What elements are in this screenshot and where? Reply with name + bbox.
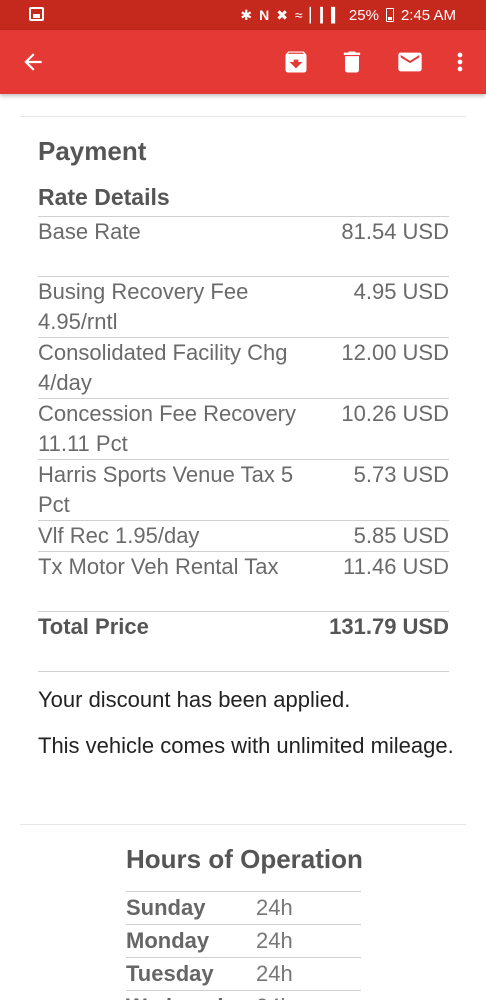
wifi-icon: ≈ xyxy=(294,7,303,23)
day-label: Monday xyxy=(126,924,256,958)
rate-label: Consolidated Facility Chg 4/day xyxy=(38,337,319,399)
rate-amount: 10.26 USD xyxy=(319,398,449,460)
email-body[interactable]: Payment Rate Details Base Rate 81.54 USD… xyxy=(0,94,486,1000)
rate-label: Base Rate xyxy=(38,216,319,277)
day-label: Wednesday xyxy=(126,990,256,1000)
rate-amount: 5.85 USD xyxy=(319,520,449,552)
mileage-message: This vehicle comes with unlimited mileag… xyxy=(38,733,454,758)
total-row: Total Price 131.79 USD xyxy=(38,611,449,672)
battery-percent: 25% xyxy=(348,6,379,24)
day-hours: 24h xyxy=(256,924,361,958)
mute-icon: ✖ xyxy=(276,7,288,23)
table-row: Sunday 24h xyxy=(126,891,361,925)
more-vert-icon[interactable] xyxy=(446,48,474,76)
mail-icon[interactable] xyxy=(396,48,424,76)
bluetooth-icon: ✱ xyxy=(240,7,253,23)
rate-amount: 11.46 USD xyxy=(319,551,449,612)
table-row: Concession Fee Recovery 11.11 Pct 10.26 … xyxy=(38,398,449,460)
day-hours: 24h xyxy=(256,891,361,925)
table-row: Busing Recovery Fee 4.95/rntl 4.95 USD xyxy=(38,276,449,338)
rate-amount: 5.73 USD xyxy=(319,459,449,521)
total-label: Total Price xyxy=(38,611,319,672)
status-icons: ✱ N ✖ ≈ ▏▎▍ 25% 2:45 AM xyxy=(240,6,456,24)
divider xyxy=(20,824,466,825)
payment-heading: Payment xyxy=(38,136,147,166)
table-row: Harris Sports Venue Tax 5 Pct 5.73 USD xyxy=(38,459,449,521)
back-arrow-icon[interactable] xyxy=(20,49,46,75)
table-row: Vlf Rec 1.95/day 5.85 USD xyxy=(38,520,449,552)
rate-label: Tx Motor Veh Rental Tax xyxy=(38,551,319,612)
day-label: Tuesday xyxy=(126,957,256,991)
signal-icon: ▏▎▍ xyxy=(309,7,342,23)
total-amount: 131.79 USD xyxy=(319,611,449,672)
battery-icon xyxy=(385,8,394,22)
nfc-icon: N xyxy=(259,7,270,23)
discount-message: Your discount has been applied. xyxy=(38,687,351,712)
rate-amount: 81.54 USD xyxy=(319,216,449,277)
day-hours: 24h xyxy=(256,957,361,991)
delete-icon[interactable] xyxy=(338,48,366,76)
rate-amount: 12.00 USD xyxy=(319,337,449,399)
table-row: Tuesday 24h xyxy=(126,957,361,991)
table-row: Consolidated Facility Chg 4/day 12.00 US… xyxy=(38,337,449,399)
rate-label: Vlf Rec 1.95/day xyxy=(38,520,319,552)
day-hours: 24h xyxy=(256,990,361,1000)
table-row: Monday 24h xyxy=(126,924,361,958)
rate-details-table: Base Rate 81.54 USD Busing Recovery Fee … xyxy=(38,216,449,672)
table-row: Wednesday 24h xyxy=(126,990,361,1000)
rate-label: Harris Sports Venue Tax 5 Pct xyxy=(38,459,319,521)
status-bar: ✱ N ✖ ≈ ▏▎▍ 25% 2:45 AM xyxy=(0,0,486,30)
hours-heading: Hours of Operation xyxy=(126,844,363,874)
table-row: Base Rate 81.54 USD xyxy=(38,216,449,277)
rate-details-heading: Rate Details xyxy=(38,184,170,210)
rate-label: Concession Fee Recovery 11.11 Pct xyxy=(38,398,319,460)
rate-amount: 4.95 USD xyxy=(319,276,449,338)
rate-label: Busing Recovery Fee 4.95/rntl xyxy=(38,276,319,338)
divider xyxy=(20,116,466,117)
image-notification-icon xyxy=(29,7,44,21)
day-label: Sunday xyxy=(126,891,256,925)
clock: 2:45 AM xyxy=(400,6,456,24)
app-bar xyxy=(0,30,486,94)
archive-icon[interactable] xyxy=(282,48,310,76)
hours-table: Sunday 24h Monday 24h Tuesday 24h Wednes… xyxy=(126,891,361,1000)
table-row: Tx Motor Veh Rental Tax 11.46 USD xyxy=(38,551,449,612)
